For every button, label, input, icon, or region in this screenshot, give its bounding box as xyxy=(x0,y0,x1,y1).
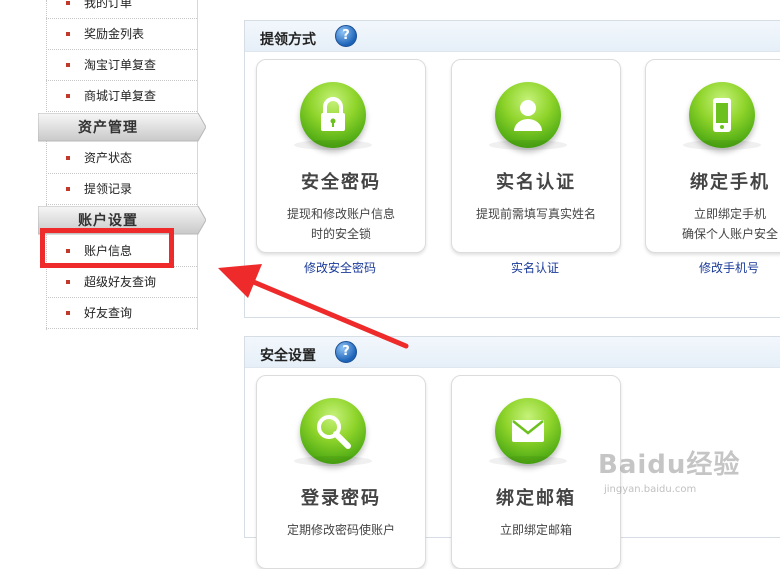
sidebar-item-label: 资产状态 xyxy=(84,151,133,165)
section-title: 资产管理 xyxy=(78,120,138,136)
mail-icon xyxy=(489,398,567,466)
phone-icon xyxy=(683,82,761,150)
card-security-password[interactable]: 安全密码 提现和修改账户信息 时的安全锁 xyxy=(256,59,426,253)
card-title: 登录密码 xyxy=(301,488,381,509)
sidebar-item-asset-status[interactable]: 资产状态 xyxy=(46,143,197,174)
annotation-highlight-box xyxy=(40,228,174,268)
panel-title: 提领方式 xyxy=(260,32,316,48)
card-title: 实名认证 xyxy=(496,172,576,193)
bullet-icon xyxy=(66,187,70,191)
card-description: 时的安全锁 xyxy=(310,227,371,241)
bullet-icon xyxy=(66,1,70,5)
card-login-password[interactable]: 登录密码 定期修改密码使账户 xyxy=(256,375,426,569)
sidebar-item-label: 奖励金列表 xyxy=(84,27,145,41)
card-description: 提现前需填写真实姓名 xyxy=(475,207,596,221)
withdraw-methods-panel: 提领方式 ? 安全密码 提现和修改账户信息 时的安全锁 修改安全密码 实名认证 … xyxy=(244,20,780,318)
real-name-link[interactable]: 实名认证 xyxy=(451,259,619,276)
card-real-name[interactable]: 实名认证 提现前需填写真实姓名 xyxy=(451,59,621,253)
baidu-watermark: Baidu经验 jingyan.baidu.com xyxy=(598,440,778,500)
sidebar-item-label: 商城订单复查 xyxy=(84,89,157,103)
watermark-main: Baidu经验 xyxy=(598,450,741,480)
security-settings-panel: 安全设置 ? 登录密码 定期修改密码使账户 绑定邮箱 立即绑定邮箱 xyxy=(244,336,780,569)
sidebar-item-withdraw-records[interactable]: 提领记录 xyxy=(46,174,197,205)
bullet-icon xyxy=(66,63,70,67)
sidebar-item-mall-recheck[interactable]: 商城订单复查 xyxy=(46,81,197,112)
card-bind-phone[interactable]: 绑定手机 立即绑定手机 确保个人账户安全 xyxy=(645,59,780,253)
panel-header: 安全设置 ? xyxy=(245,337,780,368)
modify-security-password-link[interactable]: 修改安全密码 xyxy=(256,259,424,276)
card-description: 立即绑定邮箱 xyxy=(499,523,572,537)
sidebar-item-my-orders[interactable]: 我的订单 xyxy=(46,0,197,19)
card-description: 立即绑定手机 xyxy=(693,207,766,221)
bullet-icon xyxy=(66,280,70,284)
bullet-icon xyxy=(66,94,70,98)
sidebar-border xyxy=(197,0,199,330)
sidebar-item-taobao-recheck[interactable]: 淘宝订单复查 xyxy=(46,50,197,81)
sidebar-item-friend-query[interactable]: 好友查询 xyxy=(46,298,197,329)
bullet-icon xyxy=(66,156,70,160)
help-icon[interactable]: ? xyxy=(335,341,357,363)
sidebar-item-label: 提领记录 xyxy=(84,182,133,196)
card-title: 绑定邮箱 xyxy=(496,488,576,509)
panel-title: 安全设置 xyxy=(260,348,316,364)
bullet-icon xyxy=(66,311,70,315)
sidebar-item-reward-list[interactable]: 奖励金列表 xyxy=(46,19,197,50)
card-description: 提现和修改账户信息 xyxy=(286,207,395,221)
card-description: 确保个人账户安全 xyxy=(681,227,778,241)
panel-header: 提领方式 ? xyxy=(245,21,780,52)
modify-phone-link[interactable]: 修改手机号 xyxy=(645,259,780,276)
sidebar-item-label: 超级好友查询 xyxy=(84,275,157,289)
watermark-sub: jingyan.baidu.com xyxy=(604,484,697,495)
sidebar-item-label: 我的订单 xyxy=(84,0,133,10)
sidebar-item-super-friend-query[interactable]: 超级好友查询 xyxy=(46,267,197,298)
card-title: 安全密码 xyxy=(301,172,381,193)
bullet-icon xyxy=(66,32,70,36)
sidebar-item-label: 好友查询 xyxy=(84,306,133,320)
sidebar: 我的订单 奖励金列表 淘宝订单复查 商城订单复查 资产管理 资产状态 提领记录 xyxy=(0,0,206,520)
lock-icon xyxy=(294,82,372,150)
card-bind-email[interactable]: 绑定邮箱 立即绑定邮箱 xyxy=(451,375,621,569)
card-description: 定期修改密码使账户 xyxy=(286,523,395,537)
search-icon xyxy=(294,398,372,466)
help-icon[interactable]: ? xyxy=(335,25,357,47)
sidebar-item-label: 淘宝订单复查 xyxy=(84,58,157,72)
section-header-asset[interactable]: 资产管理 xyxy=(38,113,206,142)
user-icon xyxy=(489,82,567,150)
card-title: 绑定手机 xyxy=(690,172,770,193)
